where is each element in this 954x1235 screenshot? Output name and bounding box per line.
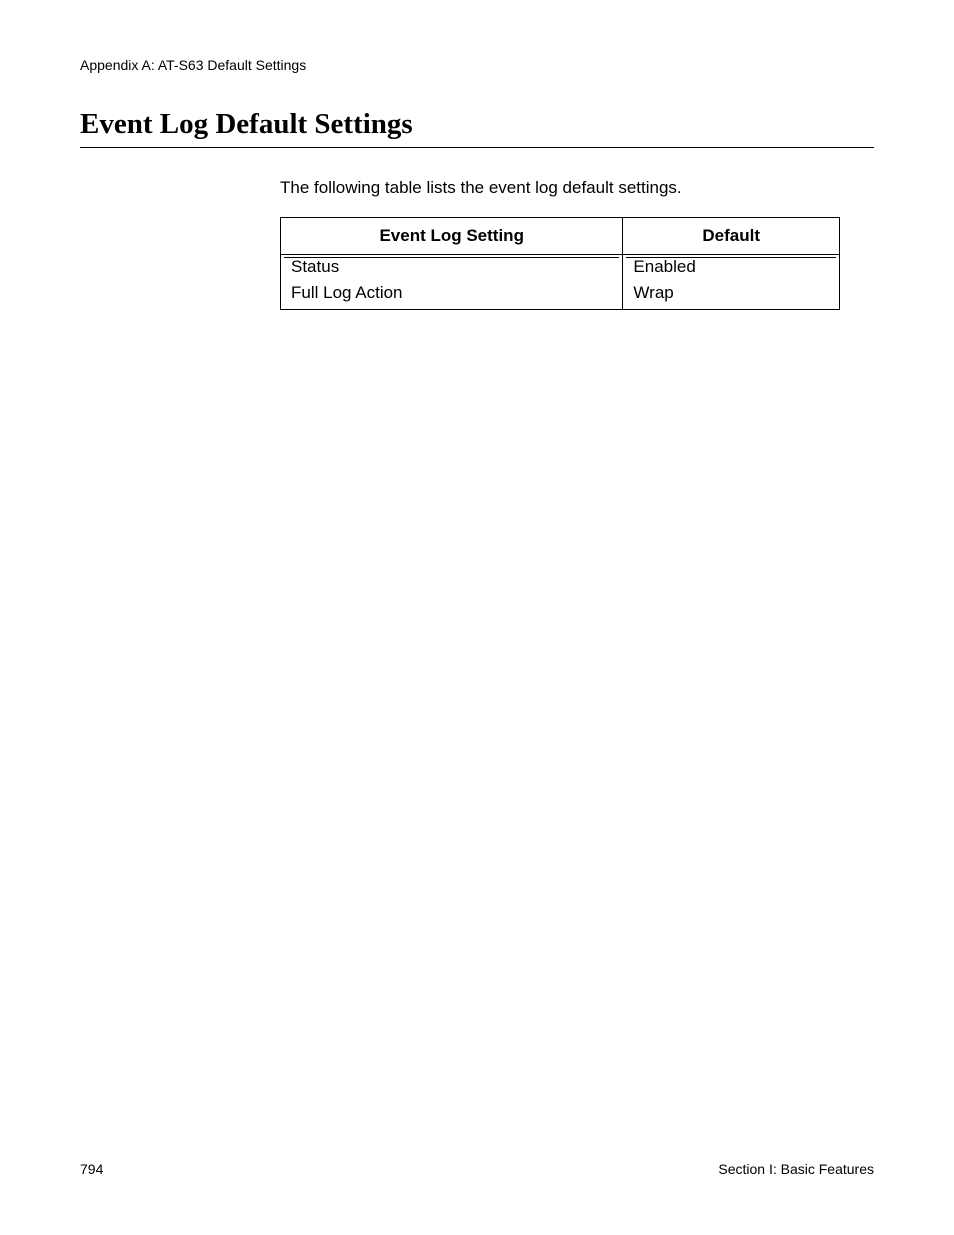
event-log-settings-table: Event Log Setting Default Status Enabled… xyxy=(280,217,840,310)
running-header: Appendix A: AT-S63 Default Settings xyxy=(80,57,306,73)
section-label: Section I: Basic Features xyxy=(718,1161,874,1177)
title-block: Event Log Default Settings xyxy=(80,108,874,148)
table-cell-default: Wrap xyxy=(623,277,840,310)
table-cell-setting: Full Log Action xyxy=(281,277,623,310)
table-header-default: Default xyxy=(623,218,840,255)
page-title: Event Log Default Settings xyxy=(80,108,874,141)
intro-paragraph: The following table lists the event log … xyxy=(280,178,682,198)
table-row: Full Log Action Wrap xyxy=(281,277,840,310)
title-rule xyxy=(80,147,874,148)
table-header-row: Event Log Setting Default xyxy=(281,218,840,255)
table-header-setting: Event Log Setting xyxy=(281,218,623,255)
page-number: 794 xyxy=(80,1161,103,1177)
page: Appendix A: AT-S63 Default Settings Even… xyxy=(0,0,954,1235)
